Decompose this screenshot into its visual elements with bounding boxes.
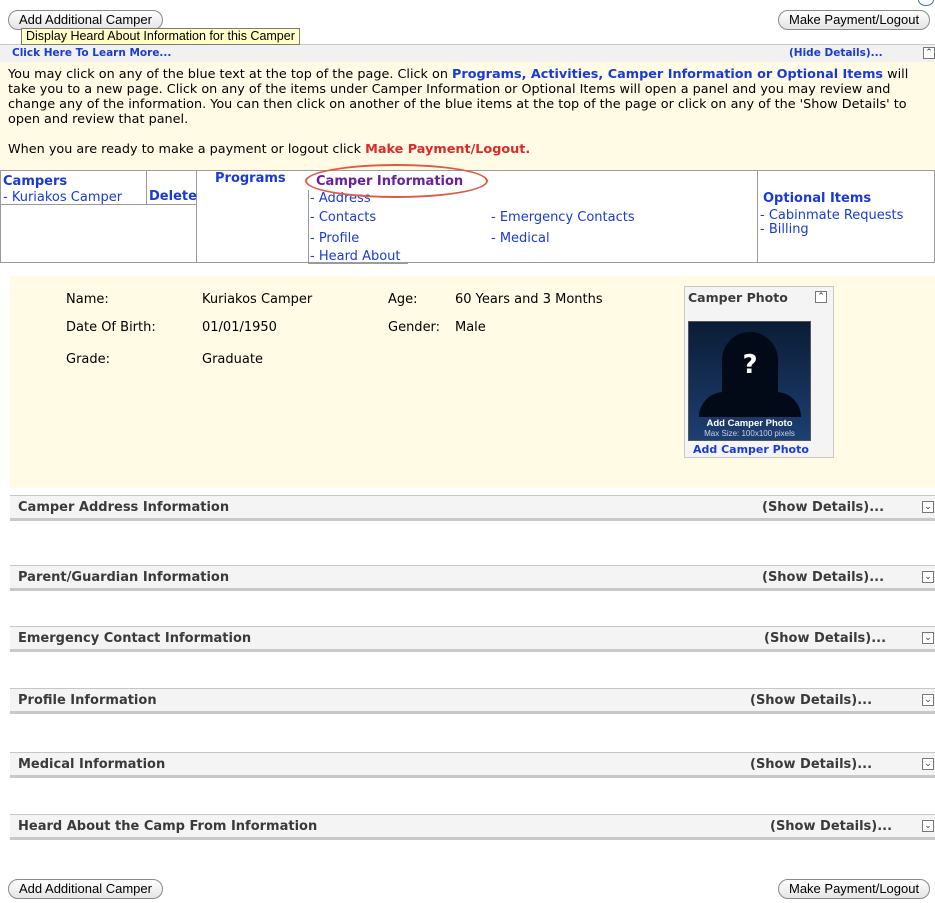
show-details-link[interactable]: (Show Details)...: [764, 631, 886, 646]
gender-label: Gender:: [388, 320, 441, 335]
camper-photo-title: Camper Photo: [688, 290, 788, 305]
section-heard-about[interactable]: Heard About the Camp From Information (S…: [10, 814, 935, 840]
camper-photo-placeholder[interactable]: ? Add Camper Photo Max Size: 100x100 pix…: [688, 321, 811, 441]
add-camper-button-bottom[interactable]: Add Additional Camper: [8, 879, 163, 899]
show-details-link[interactable]: (Show Details)...: [762, 500, 884, 515]
tooltip: Display Heard About Information for this…: [21, 28, 300, 45]
grade-label: Grade:: [66, 352, 111, 367]
section-title: Medical Information: [18, 757, 166, 772]
age-label: Age:: [388, 292, 418, 307]
instructions-link[interactable]: Programs, Activities, Camper Information…: [452, 67, 883, 82]
photo-collapse-icon[interactable]: ⌃: [815, 291, 827, 303]
payment-instruction-text: When you are ready to make a payment or …: [8, 142, 366, 157]
photo-max-size: Max Size: 100x100 pixels: [704, 429, 795, 438]
show-details-link[interactable]: (Show Details)...: [750, 757, 872, 772]
expand-icon[interactable]: ⌄: [922, 758, 934, 770]
expand-icon[interactable]: ⌄: [922, 571, 934, 583]
make-payment-button-bottom[interactable]: Make Payment/Logout: [778, 879, 931, 899]
make-payment-button-top[interactable]: Make Payment/Logout: [778, 10, 931, 30]
programs-link[interactable]: Programs: [215, 171, 286, 186]
nav-medical-link[interactable]: - Medical: [491, 231, 550, 246]
grade-value: Graduate: [202, 352, 263, 367]
section-medical[interactable]: Medical Information (Show Details)... ⌄: [10, 752, 935, 778]
expand-icon[interactable]: ⌄: [922, 694, 934, 706]
name-label: Name:: [66, 292, 109, 307]
section-title: Emergency Contact Information: [18, 631, 252, 646]
section-parent-guardian[interactable]: Parent/Guardian Information (Show Detail…: [10, 565, 935, 591]
learn-more-link[interactable]: Click Here To Learn More...: [12, 47, 171, 59]
nav-emergency-contacts-link[interactable]: - Emergency Contacts: [491, 210, 635, 225]
dob-value: 01/01/1950: [202, 320, 277, 335]
section-title: Parent/Guardian Information: [18, 570, 230, 585]
photo-caption: Add Camper Photo: [706, 418, 793, 429]
instructions-text: You may click on any of the blue text at…: [8, 67, 453, 82]
person-silhouette-icon: ?: [722, 332, 778, 400]
payment-link[interactable]: Make Payment/Logout.: [365, 142, 530, 157]
section-emergency-contact[interactable]: Emergency Contact Information (Show Deta…: [10, 626, 935, 652]
payment-instruction: When you are ready to make a payment or …: [8, 142, 927, 157]
age-value: 60 Years and 3 Months: [455, 292, 603, 307]
expand-icon[interactable]: ⌄: [922, 632, 934, 644]
section-camper-address[interactable]: Camper Address Information (Show Details…: [10, 495, 935, 521]
add-camper-photo-link[interactable]: Add Camper Photo: [693, 443, 809, 456]
nav-heard-about-link[interactable]: - Heard About: [310, 249, 401, 264]
details-bar: Click Here To Learn More... (Hide Detail…: [0, 44, 935, 62]
highlight-ellipse: [305, 164, 488, 198]
optional-items-link[interactable]: Optional Items: [763, 191, 871, 206]
delete-link[interactable]: Delete: [149, 189, 197, 204]
expand-icon[interactable]: ⌄: [922, 820, 934, 832]
nav-billing-link[interactable]: - Billing: [760, 222, 809, 237]
show-details-link[interactable]: (Show Details)...: [770, 819, 892, 834]
name-value: Kuriakos Camper: [202, 292, 313, 307]
campers-header[interactable]: Campers: [3, 174, 67, 189]
section-title: Camper Address Information: [18, 500, 230, 515]
nav-cabinmate-requests-link[interactable]: - Cabinmate Requests: [760, 208, 903, 223]
section-profile[interactable]: Profile Information (Show Details)... ⌄: [10, 688, 935, 714]
section-title: Profile Information: [18, 693, 157, 708]
expand-icon[interactable]: ⌄: [922, 501, 934, 513]
corner-circle-icon: [918, 0, 934, 6]
show-details-link[interactable]: (Show Details)...: [750, 693, 872, 708]
camper-name-link[interactable]: - Kuriakos Camper: [3, 190, 122, 205]
camper-photo-box: Camper Photo ⌃ ? Add Camper Photo Max Si…: [684, 286, 834, 458]
instructions-panel: You may click on any of the blue text at…: [0, 62, 935, 170]
nav-contacts-link[interactable]: - Contacts: [310, 210, 376, 225]
instructions-paragraph: You may click on any of the blue text at…: [8, 67, 927, 127]
dob-label: Date Of Birth:: [66, 320, 156, 335]
collapse-icon[interactable]: ⌃: [923, 47, 935, 59]
show-details-link[interactable]: (Show Details)...: [762, 570, 884, 585]
nav-profile-link[interactable]: - Profile: [310, 231, 359, 246]
add-camper-button-top[interactable]: Add Additional Camper: [8, 10, 163, 30]
hide-details-link[interactable]: (Hide Details)...: [789, 47, 883, 59]
gender-value: Male: [455, 320, 486, 335]
section-title: Heard About the Camp From Information: [18, 819, 318, 834]
